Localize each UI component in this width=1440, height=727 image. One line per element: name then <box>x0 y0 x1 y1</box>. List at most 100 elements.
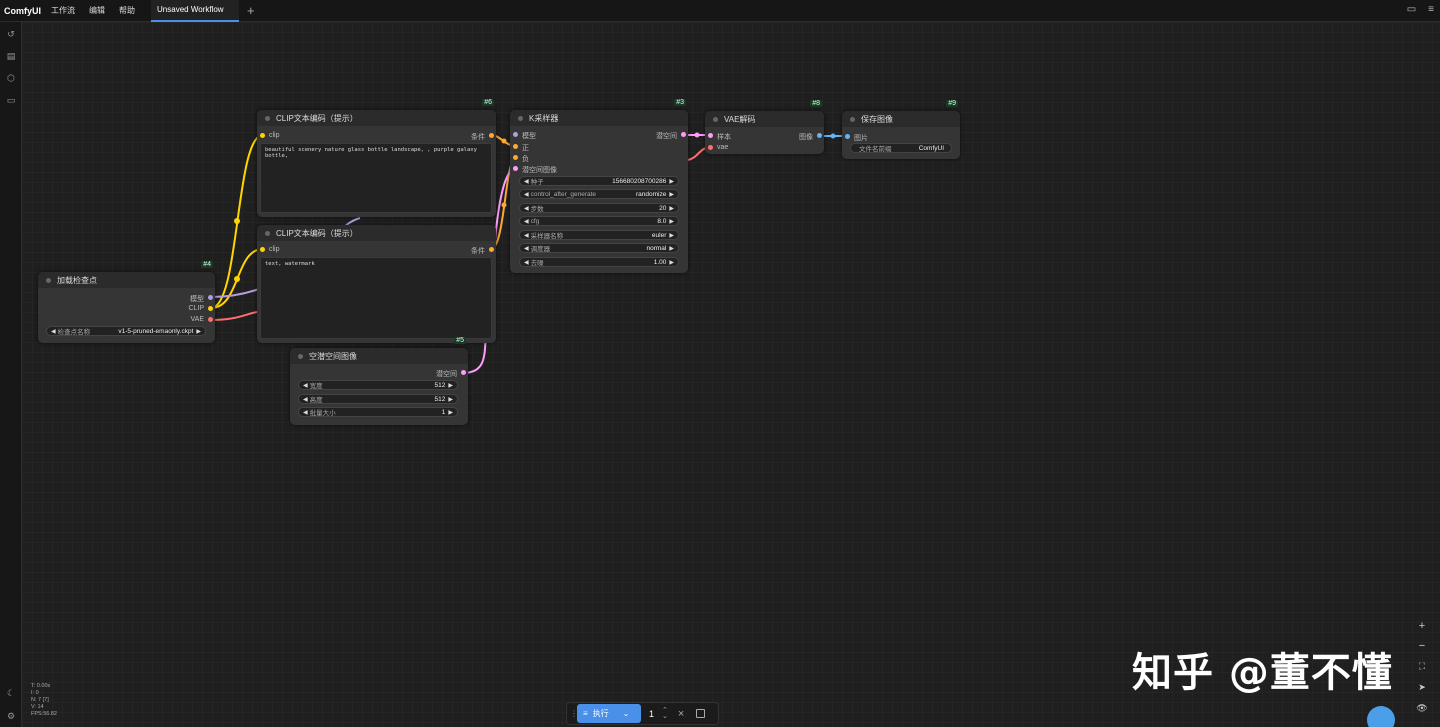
height-widget[interactable]: ◀ 高度 512 ▶ <box>298 394 458 404</box>
control-after-generate-widget[interactable]: ◀ control_after_generate randomize ▶ <box>519 189 679 199</box>
input-model-pin[interactable] <box>513 132 518 137</box>
arrow-left-icon[interactable]: ◀ <box>524 245 529 252</box>
sampler-name-widget[interactable]: ◀ 采样器名称 euler ▶ <box>519 230 679 240</box>
arrow-right-icon[interactable]: ▶ <box>669 232 674 239</box>
node-header[interactable]: CLIP文本编码（提示） <box>257 225 496 241</box>
input-clip-pin[interactable] <box>260 133 265 138</box>
node-ksampler[interactable]: #3 K采样器 模型 正 负 潜空间图像 潜空间 ◀ 种子 156680208700… <box>510 99 688 273</box>
arrow-left-icon[interactable]: ◀ <box>303 409 308 416</box>
filename-prefix-widget[interactable]: 文件名前缀 ComfyUI <box>850 143 952 153</box>
arrow-right-icon[interactable]: ▶ <box>669 245 674 252</box>
node-header[interactable]: 空潜空间图像 <box>290 348 468 364</box>
batch-count-input[interactable]: 1 <box>649 709 654 719</box>
output-conditioning-pin[interactable] <box>489 133 494 138</box>
output-image-pin[interactable] <box>817 133 822 138</box>
stepper-icon[interactable]: ⌃ ⌄ <box>662 707 668 720</box>
output-latent-pin[interactable] <box>461 370 466 375</box>
menu-icon[interactable]: ≡ <box>1428 4 1434 15</box>
collapse-dot-icon[interactable] <box>46 277 51 283</box>
output-latent-pin[interactable] <box>681 132 686 137</box>
width-widget[interactable]: ◀ 宽度 512 ▶ <box>298 380 458 390</box>
arrow-left-icon[interactable]: ◀ <box>303 382 308 389</box>
arrow-right-icon[interactable]: ▶ <box>448 396 453 403</box>
eye-icon[interactable]: 👁 <box>1412 703 1432 721</box>
node-save-image[interactable]: #9 保存图像 图片 文件名前缀 ComfyUI <box>842 100 960 159</box>
gear-icon[interactable]: ⚙ <box>5 710 17 722</box>
menu-help[interactable]: 帮助 <box>119 5 135 16</box>
stop-icon[interactable] <box>696 709 706 718</box>
node-header[interactable]: K采样器 <box>510 110 688 126</box>
output-clip-pin[interactable] <box>208 306 213 311</box>
collapse-dot-icon[interactable] <box>713 116 718 122</box>
menu-workflow[interactable]: 工作流 <box>51 5 75 16</box>
ckpt-name-widget[interactable]: ◀ 检查点名称 v1-5-pruned-emaonly.ckpt ▶ <box>46 326 206 336</box>
fit-view-icon[interactable]: ⛶ <box>1412 661 1432 679</box>
drag-handle-icon[interactable]: ⋮ <box>570 709 578 718</box>
menu-edit[interactable]: 编辑 <box>89 5 105 16</box>
cube-icon[interactable]: ⬡ <box>5 72 17 84</box>
input-clip-pin[interactable] <box>260 247 265 252</box>
input-vae-pin[interactable] <box>708 145 713 150</box>
input-negative-pin[interactable] <box>513 155 518 160</box>
arrow-left-icon[interactable]: ◀ <box>524 178 529 185</box>
arrow-left-icon[interactable]: ◀ <box>524 191 529 198</box>
input-images-pin[interactable] <box>845 134 850 139</box>
input-samples-pin[interactable] <box>708 133 713 138</box>
node-vae-decode[interactable]: #8 VAE解码 样本 vae 图像 <box>705 100 824 154</box>
collapse-dot-icon[interactable] <box>850 116 855 122</box>
arrow-right-icon[interactable]: ▶ <box>669 178 674 185</box>
history-icon[interactable]: ↺ <box>5 28 17 40</box>
prompt-textarea[interactable]: beautiful scenery nature glass bottle la… <box>260 143 492 213</box>
prompt-textarea[interactable]: text, watermark <box>260 257 492 339</box>
output-model-pin[interactable] <box>208 295 213 300</box>
input-positive-pin[interactable] <box>513 144 518 149</box>
close-icon[interactable]: × <box>678 708 684 720</box>
folder-icon[interactable]: ▭ <box>5 94 17 106</box>
add-tab-button[interactable]: + <box>247 3 255 18</box>
batch-size-widget[interactable]: ◀ 批量大小 1 ▶ <box>298 407 458 417</box>
arrow-left-icon[interactable]: ◀ <box>303 396 308 403</box>
arrow-right-icon[interactable]: ▶ <box>448 409 453 416</box>
arrow-right-icon[interactable]: ▶ <box>669 218 674 225</box>
node-header[interactable]: 保存图像 <box>842 111 960 127</box>
tab-unsaved-workflow[interactable]: Unsaved Workflow <box>151 0 240 22</box>
scheduler-widget[interactable]: ◀ 调度器 normal ▶ <box>519 243 679 253</box>
arrow-right-icon[interactable]: ▶ <box>448 382 453 389</box>
collapse-dot-icon[interactable] <box>265 115 270 121</box>
minimap-icon[interactable] <box>1367 706 1395 727</box>
arrow-right-icon[interactable]: ▶ <box>669 205 674 212</box>
arrow-right-icon[interactable]: ▶ <box>196 328 201 335</box>
layout-icon[interactable]: ▭ <box>1407 4 1416 15</box>
collapse-dot-icon[interactable] <box>518 115 523 121</box>
input-latent-pin[interactable] <box>513 166 518 171</box>
document-icon[interactable]: ▤ <box>5 50 17 62</box>
node-header[interactable]: VAE解码 <box>705 111 824 127</box>
arrow-left-icon[interactable]: ◀ <box>524 259 529 266</box>
arrow-left-icon[interactable]: ◀ <box>51 328 56 335</box>
output-conditioning-pin[interactable] <box>489 247 494 252</box>
collapse-dot-icon[interactable] <box>298 353 303 359</box>
arrow-left-icon[interactable]: ◀ <box>524 218 529 225</box>
zoom-in-icon[interactable]: + <box>1412 620 1432 638</box>
seed-widget[interactable]: ◀ 种子 156680208700286 ▶ <box>519 176 679 186</box>
arrow-left-icon[interactable]: ◀ <box>524 205 529 212</box>
moon-icon[interactable]: ☾ <box>5 687 17 699</box>
arrow-right-icon[interactable]: ▶ <box>669 259 674 266</box>
node-load-checkpoint[interactable]: #4 加载检查点 模型 CLIP VAE ◀ 检查点名称 v1-5-pruned… <box>38 261 215 343</box>
cfg-widget[interactable]: ◀ cfg 8.0 ▶ <box>519 216 679 226</box>
node-header[interactable]: 加载检查点 <box>38 272 215 288</box>
output-vae-pin[interactable] <box>208 317 213 322</box>
run-button[interactable]: ≡ 执行 ⌄ <box>577 704 641 723</box>
node-clip-text-negative[interactable]: CLIP文本编码（提示） clip 条件 text, watermark <box>257 225 496 343</box>
zoom-out-icon[interactable]: − <box>1412 640 1432 658</box>
denoise-widget[interactable]: ◀ 去噪 1.00 ▶ <box>519 257 679 267</box>
node-empty-latent[interactable]: #5 空潜空间图像 潜空间 ◀ 宽度 512 ▶ ◀ 高度 512 ▶ ◀ 批量大小 1 ▶ <box>290 337 468 425</box>
node-clip-text-positive[interactable]: #6 CLIP文本编码（提示） clip 条件 beautiful scener… <box>257 99 496 217</box>
arrow-right-icon[interactable]: ▶ <box>669 191 674 198</box>
pointer-icon[interactable]: ➤ <box>1412 682 1432 700</box>
node-header[interactable]: CLIP文本编码（提示） <box>257 110 496 126</box>
collapse-dot-icon[interactable] <box>265 230 270 236</box>
steps-widget[interactable]: ◀ 步数 20 ▶ <box>519 203 679 213</box>
chevron-down-icon[interactable]: ⌄ <box>623 709 630 718</box>
arrow-left-icon[interactable]: ◀ <box>524 232 529 239</box>
